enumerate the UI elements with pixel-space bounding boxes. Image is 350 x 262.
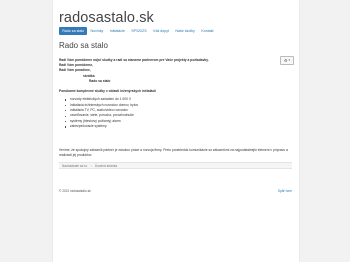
nav-item-vas-dopyt[interactable]: Váš dopyt bbox=[150, 27, 172, 34]
back-to-top-link[interactable]: Späť hore bbox=[278, 189, 292, 193]
nav-item-kontakt[interactable]: Kontakt bbox=[198, 27, 217, 34]
footer-copyright: © 2021 radosastalo.sk bbox=[59, 189, 91, 193]
nav-item-nase-sluzby[interactable]: Naše služby bbox=[172, 27, 198, 34]
breadcrumb: Nachádzate sa tu: › Úvodná stránka bbox=[59, 162, 292, 169]
offer-list: rozvody elektrických zariadení do 1 000 … bbox=[59, 97, 294, 129]
page-title: Rado sa stalo bbox=[59, 41, 108, 50]
nav-item-instalacie[interactable]: Inštalácie bbox=[107, 27, 129, 34]
article-content: Radi Vám pomôžeme nájsť skutky a radi sa… bbox=[59, 58, 294, 130]
breadcrumb-label: Nachádzate sa tu: bbox=[62, 163, 88, 168]
nav-item-rado-sa-stalo[interactable]: Rado sa stalo bbox=[59, 27, 88, 35]
closing-paragraph: Veríme, že spokojný zákazník partner je … bbox=[59, 148, 288, 157]
page-container: radosastalo.sk Rado sa stalo Novinky Inš… bbox=[53, 0, 299, 262]
nav-item-sps-dzs[interactable]: SPS/DZS bbox=[128, 27, 150, 34]
main-nav: Rado sa stalo Novinky Inštalácie SPS/DZS… bbox=[59, 27, 217, 35]
offer-heading: Ponúkame komplexné služby v oblasti inže… bbox=[59, 89, 157, 94]
breadcrumb-separator: › bbox=[90, 163, 92, 168]
breadcrumb-item-home[interactable]: Úvodná stránka bbox=[95, 164, 117, 168]
list-item: zabezpečovacie systémy bbox=[65, 124, 294, 129]
site-title[interactable]: radosastalo.sk bbox=[59, 10, 154, 26]
nav-item-novinky[interactable]: Novinky bbox=[87, 27, 106, 34]
